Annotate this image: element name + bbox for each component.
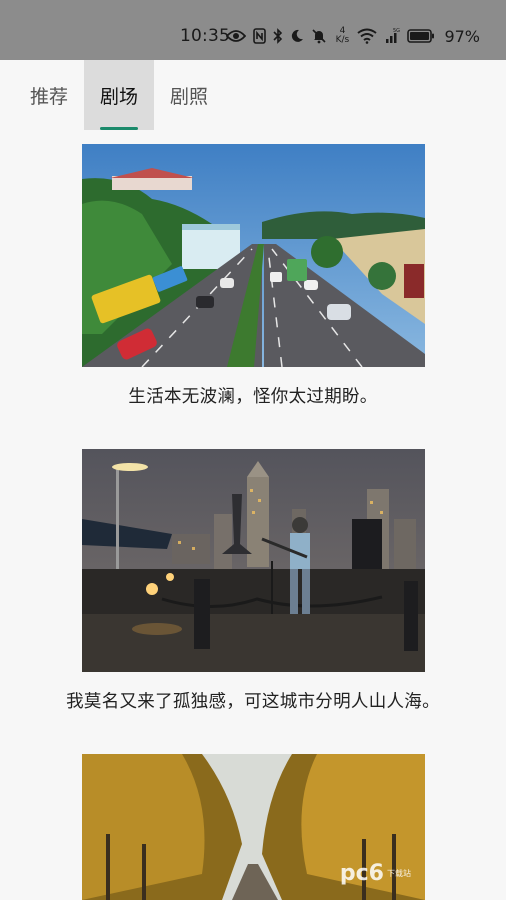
status-icons: 4 K/s 5G 97% (226, 24, 480, 48)
tab-recommend[interactable]: 推荐 (16, 60, 82, 130)
network-speed: 4 K/s (335, 26, 350, 45)
mute-bell-icon (311, 28, 327, 44)
tab-theater[interactable]: 剧场 (84, 60, 154, 130)
site-watermark: pc6 下载站 (340, 861, 411, 886)
nfc-icon (253, 28, 267, 44)
bluetooth-icon (273, 28, 283, 44)
wifi-icon (357, 28, 378, 44)
feed-image-night-city[interactable] (82, 449, 425, 672)
battery-percentage: 97% (444, 26, 480, 46)
status-bar: 10:35 4 K/s 5G 97% (0, 0, 506, 60)
watermark-sub: 下载站 (387, 869, 411, 878)
active-tab-indicator (100, 127, 138, 130)
feed-caption: 我莫名又来了孤独感，可这城市分明人山人海。 (66, 692, 440, 712)
tab-stills[interactable]: 剧照 (156, 60, 222, 130)
top-tab-bar: 推荐 剧场 剧照 (0, 60, 506, 130)
moon-icon (290, 29, 304, 43)
feed-caption: 生活本无波澜，怪你太过期盼。 (128, 387, 378, 407)
eye-icon (226, 29, 247, 43)
feed-image-coastal-road[interactable] (82, 144, 425, 367)
cellular-signal-icon: 5G (384, 28, 400, 44)
svg-text:5G: 5G (393, 28, 400, 34)
status-time: 10:35 (180, 26, 230, 46)
feed-image-autumn-avenue[interactable]: pc6 下载站 (82, 754, 425, 900)
battery-icon (407, 29, 435, 43)
watermark-logo: pc6 (339, 861, 384, 886)
